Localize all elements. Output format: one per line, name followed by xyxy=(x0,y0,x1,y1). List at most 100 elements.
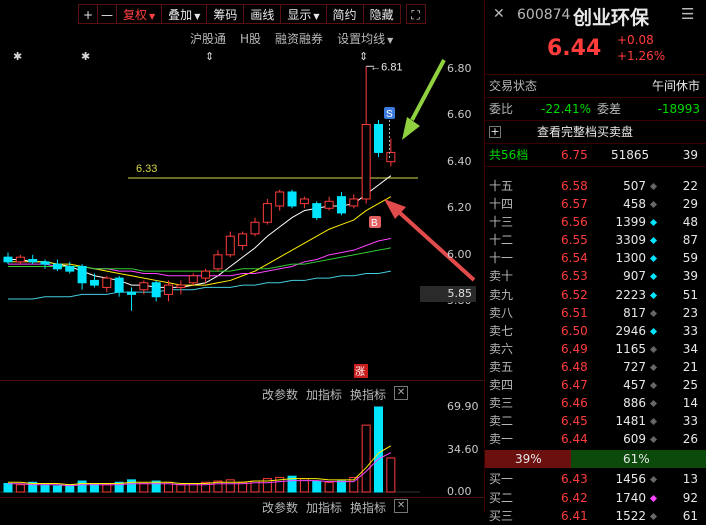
add-indicator-button[interactable]: 加指标 xyxy=(306,386,342,403)
level-label: 买一 xyxy=(489,472,514,487)
candle-body xyxy=(275,191,285,207)
candle-body xyxy=(176,284,186,288)
sell-power-label: 61% xyxy=(623,452,650,467)
asks-row[interactable]: 卖三 6.46 886 14 xyxy=(485,394,706,412)
level-orders: 59 xyxy=(682,251,698,266)
wc-label: 委差 xyxy=(597,102,622,116)
level-label: 卖三 xyxy=(489,396,514,411)
volume-bar xyxy=(77,480,87,493)
level-label: 卖二 xyxy=(489,414,514,429)
level-marker-icon xyxy=(649,182,658,191)
chart-area[interactable]: + — 复权 ▼ 叠加 ▼ 筹码 画线 显示 ▼ 简约 隐藏 ⛶ 沪股通 H股 融资融券 设置均线 ▼ ✱ ✱ … xyxy=(0,0,484,516)
asks-row[interactable]: 卖四 6.47 457 25 xyxy=(485,376,706,394)
sell-marker: S xyxy=(386,109,393,120)
level-label: 十二 xyxy=(489,233,514,248)
asks-row[interactable]: 十二 6.55 3309 87 xyxy=(485,231,706,249)
candle-body xyxy=(164,284,174,295)
candle-body xyxy=(114,277,124,293)
level-volume: 3309 xyxy=(615,233,646,248)
candle-body xyxy=(77,265,87,284)
full-orderbook-button[interactable]: + 查看完整档买卖盘 xyxy=(485,121,706,144)
level-price: 6.41 xyxy=(561,508,588,523)
level-label: 十四 xyxy=(489,197,514,212)
asks-row[interactable]: 十四 6.57 458 29 xyxy=(485,195,706,213)
volume-bar xyxy=(225,479,235,493)
switch-indicator-button[interactable]: 换指标 xyxy=(350,499,386,516)
level-price: 6.45 xyxy=(561,414,588,429)
asks-row[interactable]: 卖一 6.44 609 26 xyxy=(485,430,706,448)
buy-power-label: 39% xyxy=(515,452,542,467)
y-tick-label: 6.00 xyxy=(447,247,472,261)
level-label: 买二 xyxy=(489,490,514,505)
asks-row[interactable]: 卖八 6.51 817 23 xyxy=(485,304,706,322)
wc-value: -18993 xyxy=(657,102,700,116)
level-volume: 907 xyxy=(623,269,646,284)
ask-levels: 十五 6.58 507 22 十四 6.57 458 29 十三 6.56 1399 48 十二 6.55… xyxy=(485,177,706,448)
volume-bar xyxy=(312,480,322,493)
close-icon[interactable]: ✕ xyxy=(493,6,505,22)
close-icon[interactable]: ✕ xyxy=(394,386,409,400)
level-marker-icon xyxy=(649,273,658,281)
volume-ma-line-2 xyxy=(8,452,392,487)
level-price: 6.49 xyxy=(561,341,588,356)
level-volume: 457 xyxy=(623,378,646,393)
level-orders: 51 xyxy=(682,287,698,302)
volume-bar xyxy=(324,481,334,493)
level-price: 6.51 xyxy=(561,305,588,320)
level-marker-icon xyxy=(649,363,658,371)
high-annotation: ←6.81 xyxy=(370,61,402,73)
bids-row[interactable]: 买一 6.43 1456 13 xyxy=(485,470,706,488)
quote-header: ✕ 600874 创业环保 ☰ xyxy=(485,0,706,36)
switch-indicator-button[interactable]: 换指标 xyxy=(350,386,386,403)
candle-body xyxy=(3,256,13,263)
close-icon[interactable]: ✕ xyxy=(394,499,409,513)
volume-bar xyxy=(374,406,383,493)
trading-status-label: 交易状态 xyxy=(489,79,538,93)
candle-body xyxy=(151,282,161,298)
level-volume: 609 xyxy=(623,432,646,447)
asks-row[interactable]: 卖十 6.53 907 39 xyxy=(485,267,706,285)
change-params-button[interactable]: 改参数 xyxy=(262,499,298,516)
level-volume: 1522 xyxy=(615,508,646,523)
level-marker-icon xyxy=(649,436,658,444)
quote-panel: ✕ 600874 创业环保 ☰ 6.44 +0.08 +1.26% 交易状态 午… xyxy=(484,0,706,523)
asks-row[interactable]: 卖九 6.52 2223 51 xyxy=(485,286,706,304)
price-block: 6.44 +0.08 +1.26% xyxy=(485,33,706,75)
levels-summary-row: 共56档 6.75 51865 39 xyxy=(485,144,706,167)
level-marker-icon xyxy=(649,381,658,390)
bids-row[interactable]: 买三 6.41 1522 61 xyxy=(485,507,706,525)
volume-bar xyxy=(386,457,396,493)
asks-row[interactable]: 十五 6.58 507 22 xyxy=(485,177,706,195)
volume-y-tick: 34.60 xyxy=(447,442,479,456)
candle-body xyxy=(299,198,309,205)
level-label: 卖十 xyxy=(489,269,514,284)
volume-bar xyxy=(3,482,13,493)
asks-row[interactable]: 十三 6.56 1399 48 xyxy=(485,213,706,231)
asks-row[interactable]: 卖六 6.49 1165 34 xyxy=(485,340,706,358)
menu-icon[interactable]: ☰ xyxy=(681,5,694,23)
level-volume: 2223 xyxy=(615,287,646,302)
asks-row[interactable]: 十一 6.54 1300 59 xyxy=(485,249,706,267)
level-volume: 1456 xyxy=(615,472,646,487)
candlestick-chart[interactable]: 6.33 ←6.81 S B 涨 xyxy=(0,0,484,513)
candle-body xyxy=(336,196,346,214)
asks-row[interactable]: 卖七 6.50 2946 33 xyxy=(485,322,706,340)
level-price: 6.56 xyxy=(561,215,588,230)
asks-row[interactable]: 卖五 6.48 727 21 xyxy=(485,358,706,376)
asks-row[interactable]: 卖二 6.45 1481 33 xyxy=(485,412,706,430)
bids-row[interactable]: 买二 6.42 1740 92 xyxy=(485,489,706,507)
volume-bar xyxy=(15,484,25,493)
y-tick-label: 6.20 xyxy=(447,201,472,215)
support-line-label: 6.33 xyxy=(136,163,157,175)
annotation-arrow xyxy=(398,211,476,282)
change-params-button[interactable]: 改参数 xyxy=(262,386,298,403)
level-marker-icon xyxy=(649,418,658,426)
level-label: 卖六 xyxy=(489,341,514,356)
candle-body xyxy=(324,200,334,209)
annotation-arrow-head xyxy=(402,117,420,140)
level-marker-icon xyxy=(649,219,658,227)
volume-bar xyxy=(336,480,346,493)
level-marker-icon xyxy=(649,255,658,263)
add-indicator-button[interactable]: 加指标 xyxy=(306,499,342,516)
candle-body xyxy=(238,233,248,247)
